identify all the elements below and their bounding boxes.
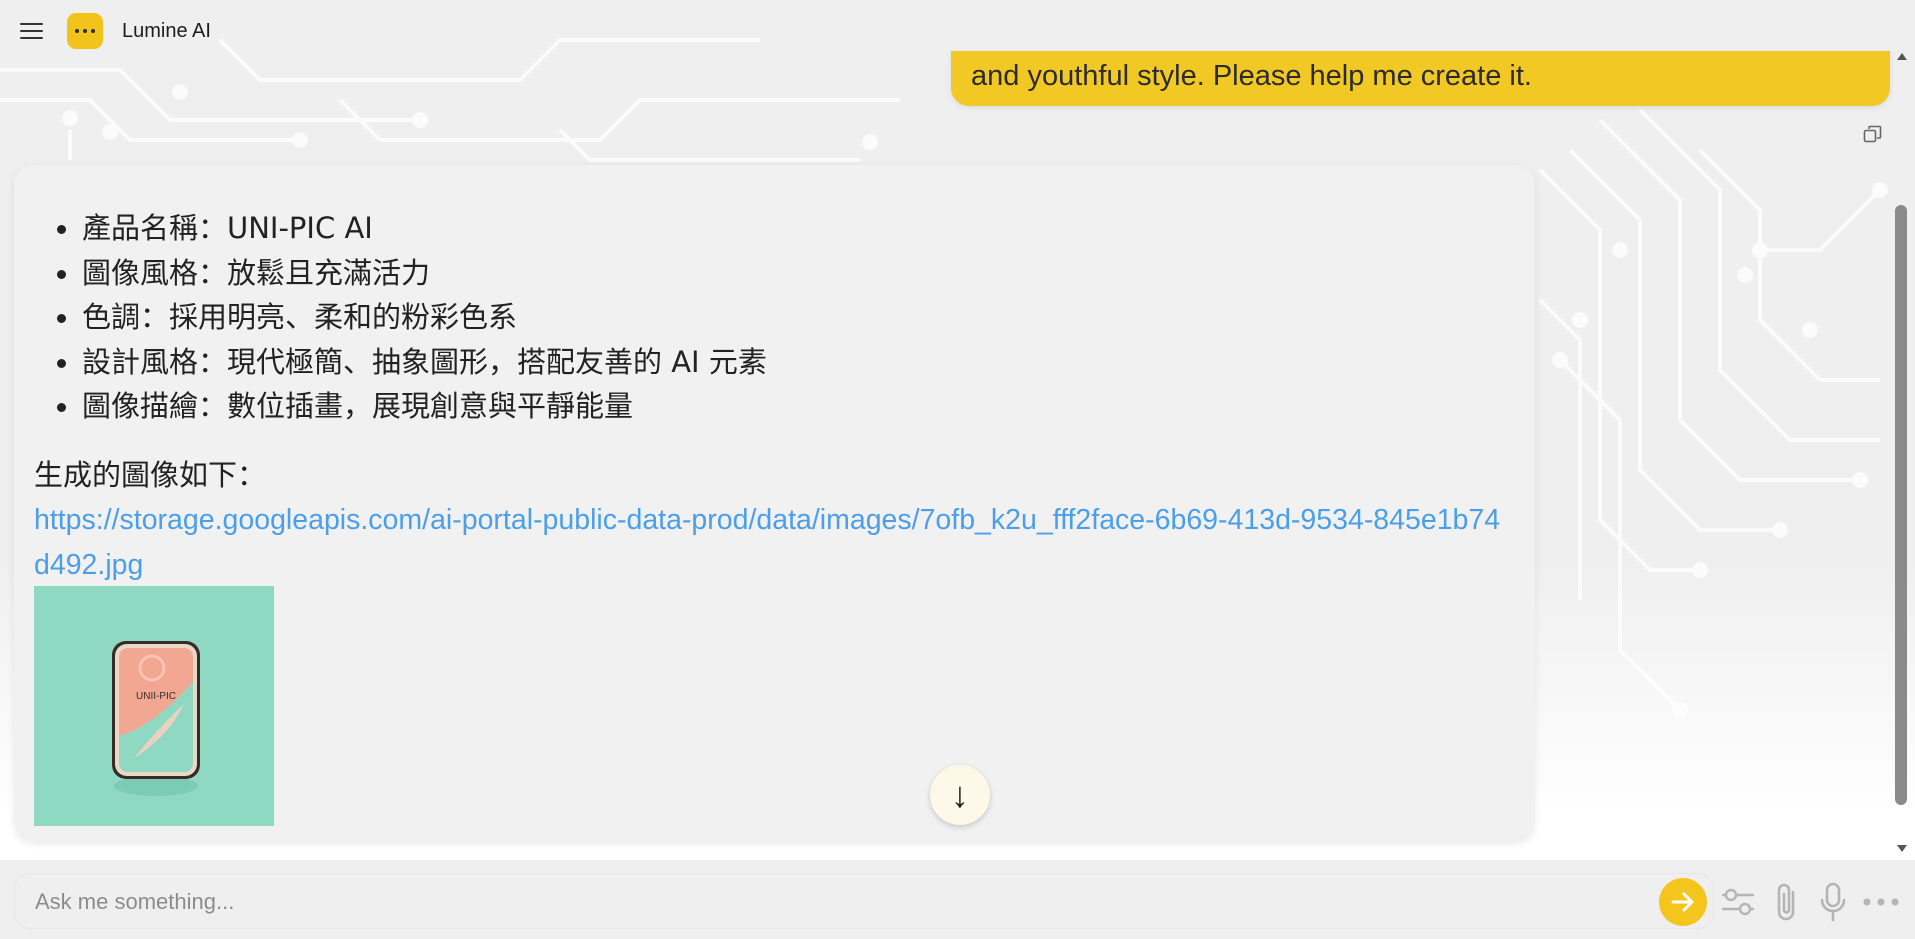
more-dots-icon[interactable] bbox=[1858, 880, 1904, 924]
scroll-to-bottom-button[interactable]: ↓ bbox=[930, 765, 990, 825]
list-item: 設計風格：現代極簡、抽象圖形，搭配友善的 AI 元素 bbox=[34, 340, 767, 385]
bullet-icon bbox=[57, 314, 66, 323]
attribute-text: 產品名稱：UNI-PIC AI bbox=[82, 211, 373, 245]
assistant-message-card: 產品名稱：UNI-PIC AI 圖像風格：放鬆且充滿活力 色調：採用明亮、柔和的… bbox=[14, 165, 1535, 842]
scroll-up-arrow-icon[interactable] bbox=[1897, 53, 1907, 60]
list-item: 色調：採用明亮、柔和的粉彩色系 bbox=[34, 295, 767, 340]
bullet-icon bbox=[57, 225, 66, 234]
ellipsis-logo-icon bbox=[67, 13, 103, 49]
product-attribute-list: 產品名稱：UNI-PIC AI 圖像風格：放鬆且充滿活力 色調：採用明亮、柔和的… bbox=[34, 206, 767, 429]
attribute-text: 設計風格：現代極簡、抽象圖形，搭配友善的 AI 元素 bbox=[82, 344, 767, 379]
attribute-text: 色調：採用明亮、柔和的粉彩色系 bbox=[82, 300, 518, 334]
bullet-icon bbox=[57, 269, 66, 279]
list-item: 產品名稱：UNI-PIC AI bbox=[34, 206, 767, 251]
chat-input-bar bbox=[14, 873, 1714, 929]
image-url-link[interactable]: https://storage.googleapis.com/ai-portal… bbox=[34, 498, 1514, 588]
scrollbar[interactable] bbox=[1890, 50, 1915, 852]
sliders-icon[interactable] bbox=[1718, 880, 1758, 924]
user-message-bubble: and youthful style. Please help me creat… bbox=[951, 51, 1890, 106]
list-item: 圖像風格：放鬆且充滿活力 bbox=[34, 251, 767, 296]
paperclip-icon[interactable] bbox=[1768, 880, 1804, 924]
arrow-down-icon: ↓ bbox=[951, 774, 969, 815]
arrow-right-icon bbox=[1671, 892, 1694, 912]
bullet-icon bbox=[57, 358, 66, 368]
list-item: 圖像描繪：數位插畫，展現創意與平靜能量 bbox=[34, 384, 767, 429]
hamburger-menu-icon[interactable] bbox=[18, 20, 45, 42]
send-button[interactable] bbox=[1659, 878, 1707, 926]
generated-image[interactable]: UNII-PIC bbox=[34, 586, 274, 826]
attribute-text: 圖像風格：放鬆且充滿活力 bbox=[82, 255, 431, 290]
attribute-text: 圖像描繪：數位插畫，展現創意與平靜能量 bbox=[82, 389, 634, 423]
scroll-down-arrow-icon[interactable] bbox=[1897, 845, 1907, 852]
scrollbar-thumb[interactable] bbox=[1895, 205, 1907, 805]
bullet-icon bbox=[57, 403, 66, 412]
top-header: Lumine AI bbox=[0, 0, 320, 64]
image-logo-text: UNII-PIC bbox=[136, 691, 176, 702]
generated-image-label: 生成的圖像如下： bbox=[34, 458, 267, 492]
copy-icon[interactable] bbox=[1862, 124, 1884, 146]
app-title: Lumine AI bbox=[122, 20, 211, 42]
microphone-icon[interactable] bbox=[1815, 880, 1851, 924]
chat-input[interactable] bbox=[35, 886, 1435, 918]
user-message-text: and youthful style. Please help me creat… bbox=[971, 60, 1532, 92]
